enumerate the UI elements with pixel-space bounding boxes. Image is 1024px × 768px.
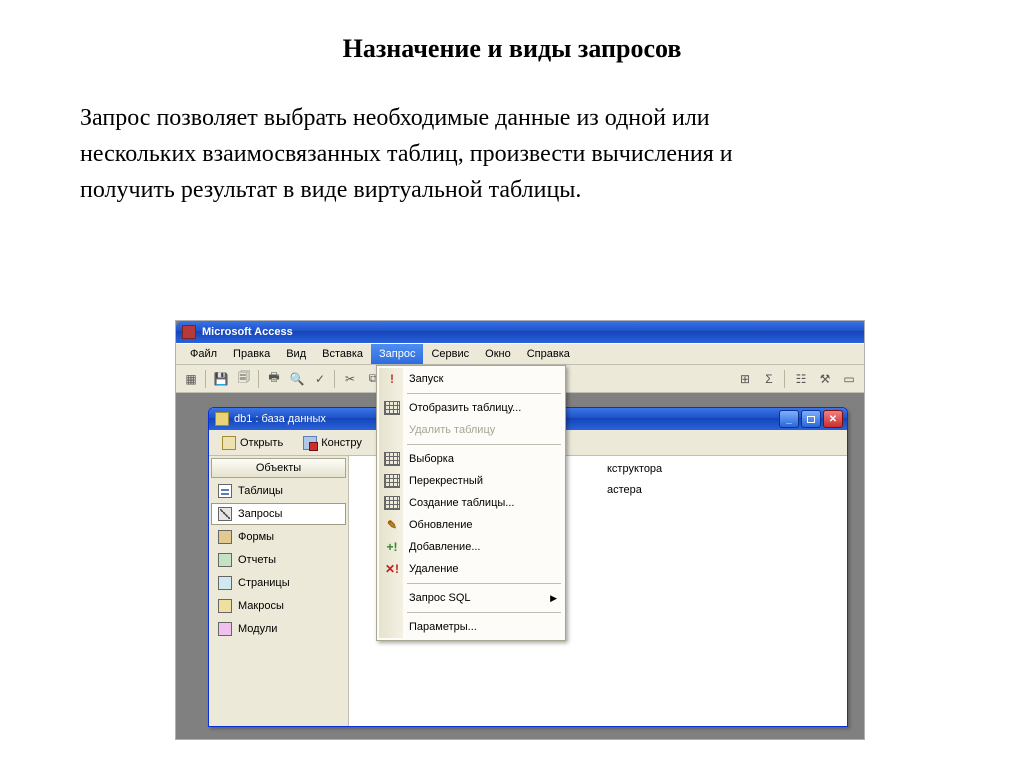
open-button[interactable]: Открыть <box>215 432 290 454</box>
submenu-arrow-icon: ▶ <box>550 593 557 604</box>
query-dropdown-menu: ! Запуск Отобразить таблицу... Удалить т… <box>376 365 566 641</box>
spellcheck-icon[interactable]: ✓ <box>309 368 331 390</box>
slide-title: Назначение и виды запросов <box>0 0 1024 100</box>
objects-header: Объекты <box>211 458 346 478</box>
toolbar-separator <box>256 368 262 390</box>
minimize-button[interactable]: _ <box>779 410 799 428</box>
screenshot-container: Microsoft Access Файл Правка Вид Вставка… <box>175 320 865 740</box>
app-title: Microsoft Access <box>202 326 293 338</box>
app-titlebar: Microsoft Access <box>176 321 864 343</box>
menu-query[interactable]: Запрос <box>371 344 423 364</box>
menubar: Файл Правка Вид Вставка Запрос Сервис Ок… <box>176 343 864 365</box>
object-modules[interactable]: Модули <box>211 618 346 640</box>
build-icon[interactable]: ⚒ <box>814 368 836 390</box>
preview-icon[interactable]: 🔍 <box>286 368 308 390</box>
print-preview-icon[interactable]: 🗐 <box>233 368 255 390</box>
macros-icon <box>218 599 232 613</box>
reports-icon <box>218 553 232 567</box>
maximize-button[interactable] <box>801 410 821 428</box>
update-query-icon: ✎ <box>384 517 400 533</box>
object-macros[interactable]: Макросы <box>211 595 346 617</box>
dd-maketable-query[interactable]: Создание таблицы... <box>379 492 563 514</box>
dd-run[interactable]: ! Запуск <box>379 368 563 390</box>
save-icon[interactable]: 💾 <box>210 368 232 390</box>
cut-icon[interactable]: ✂ <box>339 368 361 390</box>
dd-append-query[interactable]: +! Добавление... <box>379 536 563 558</box>
object-queries[interactable]: Запросы <box>211 503 346 525</box>
dropdown-separator <box>407 583 561 584</box>
object-tables[interactable]: Таблицы <box>211 480 346 502</box>
menu-insert[interactable]: Вставка <box>314 344 371 364</box>
dd-sql-query[interactable]: Запрос SQL ▶ <box>379 587 563 609</box>
dd-parameters[interactable]: Параметры... <box>379 616 563 638</box>
pages-icon <box>218 576 232 590</box>
db-window-icon <box>215 412 229 426</box>
dd-delete-query[interactable]: ✕! Удаление <box>379 558 563 580</box>
select-query-icon <box>384 451 400 467</box>
delete-query-icon: ✕! <box>384 561 400 577</box>
showtable-icon[interactable]: ⊞ <box>734 368 756 390</box>
object-forms[interactable]: Формы <box>211 526 346 548</box>
crosstab-query-icon <box>384 473 400 489</box>
tool-view-icon[interactable]: ▦ <box>180 368 202 390</box>
dropdown-separator <box>407 612 561 613</box>
queries-icon <box>218 507 232 521</box>
toolbar-separator <box>332 368 338 390</box>
menu-window[interactable]: Окно <box>477 344 519 364</box>
modules-icon <box>218 622 232 636</box>
dd-update-query[interactable]: ✎ Обновление <box>379 514 563 536</box>
dropdown-separator <box>407 393 561 394</box>
showtable-icon <box>384 400 400 416</box>
menu-tools[interactable]: Сервис <box>423 344 477 364</box>
forms-icon <box>218 530 232 544</box>
db-window-title: db1 : база данных <box>234 413 326 425</box>
dd-showtable[interactable]: Отобразить таблицу... <box>379 397 563 419</box>
dropdown-separator <box>407 444 561 445</box>
menu-edit[interactable]: Правка <box>225 344 278 364</box>
run-icon: ! <box>384 371 400 387</box>
close-button[interactable]: ✕ <box>823 410 843 428</box>
print-icon[interactable]: 🖶 <box>263 368 285 390</box>
design-button[interactable]: Констру <box>296 432 369 454</box>
properties-icon[interactable]: ☷ <box>790 368 812 390</box>
list-item[interactable]: астера <box>603 481 843 499</box>
append-query-icon: +! <box>384 539 400 555</box>
menu-file[interactable]: Файл <box>182 344 225 364</box>
open-icon <box>222 436 236 450</box>
maketable-query-icon <box>384 495 400 511</box>
dd-removetable: Удалить таблицу <box>379 419 563 441</box>
tables-icon <box>218 484 232 498</box>
db-window-icon[interactable]: ▭ <box>838 368 860 390</box>
menu-view[interactable]: Вид <box>278 344 314 364</box>
dd-crosstab-query[interactable]: Перекрестный <box>379 470 563 492</box>
objects-panel: Объекты Таблицы Запросы Формы <box>209 456 349 726</box>
slide-paragraph: Запрос позволяет выбрать необходимые дан… <box>0 100 880 208</box>
totals-icon[interactable]: Σ <box>758 368 780 390</box>
object-reports[interactable]: Отчеты <box>211 549 346 571</box>
toolbar-separator <box>782 368 788 390</box>
menu-help[interactable]: Справка <box>519 344 578 364</box>
design-icon <box>303 436 317 450</box>
toolbar-separator <box>203 368 209 390</box>
access-app-icon <box>182 325 196 339</box>
dd-select-query[interactable]: Выборка <box>379 448 563 470</box>
list-item[interactable]: кструктора <box>603 460 843 478</box>
object-pages[interactable]: Страницы <box>211 572 346 594</box>
